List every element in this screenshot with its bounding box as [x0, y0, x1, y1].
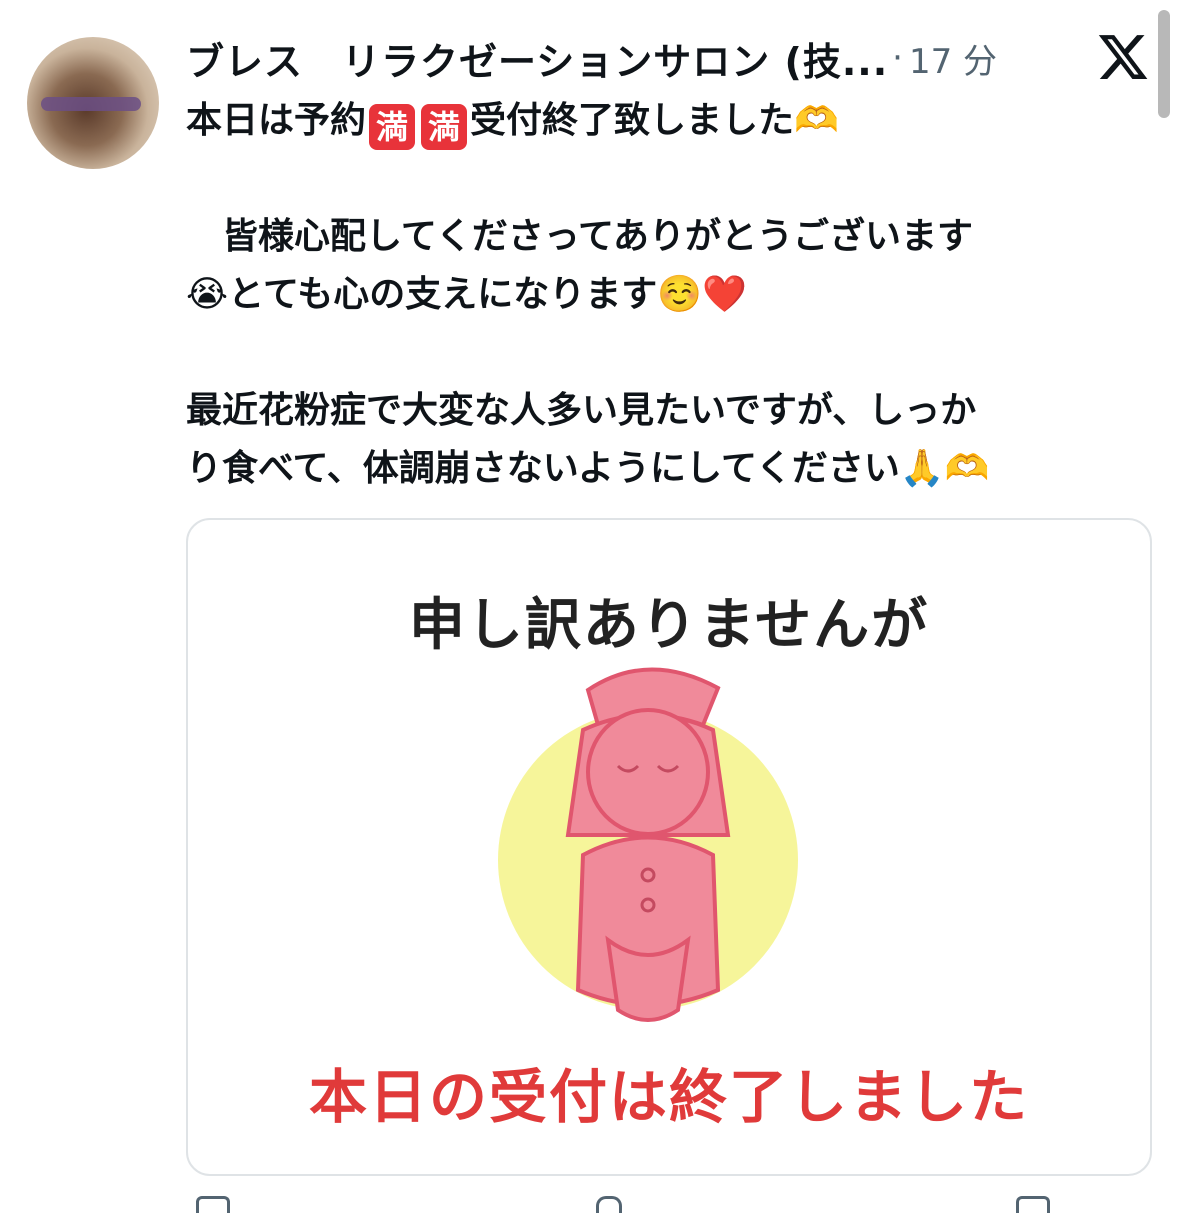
smiling-face-icon: ☺️ [657, 274, 703, 315]
text-line1: 本日は予約 [186, 100, 367, 141]
action-bar [186, 1192, 1148, 1213]
red-heart-icon: ❤️ [702, 274, 747, 315]
heart-hands-icon: 🫶 [944, 448, 990, 489]
text-para3-line2: り食べて、体調崩さないようにしてください [186, 448, 900, 489]
reply-icon[interactable] [196, 1196, 230, 1213]
crying-face-icon: 😭 [186, 274, 229, 315]
author-name[interactable]: ブレス リラクゼーションサロン (技... [186, 31, 888, 86]
text-line1-after: 受付終了致しました [470, 100, 795, 141]
image-caption: 本日の受付は終了しました [308, 1063, 1029, 1131]
x-logo-icon[interactable] [1096, 30, 1150, 84]
like-icon[interactable] [596, 1196, 622, 1213]
full-badge-icon: 満 [421, 104, 468, 150]
full-badge-icon: 満 [369, 104, 416, 150]
attached-image[interactable]: 申し訳ありませんが 本日の受付は終了しました [186, 518, 1152, 1176]
text-para2-line2: とても心の支えになります [228, 274, 658, 315]
image-title: 申し訳ありませんが [408, 593, 930, 658]
avatar-band [41, 97, 141, 111]
heart-hands-icon: 🫶 [794, 100, 839, 141]
author-avatar[interactable] [27, 37, 159, 169]
scrollbar[interactable] [1158, 10, 1170, 118]
share-icon[interactable] [1016, 1196, 1050, 1213]
post-time[interactable]: 17 分 [909, 34, 997, 83]
post-text: 本日は予約満満受付終了致しました🫶 皆様心配してくださってありがとうございます … [186, 92, 1156, 498]
text-para2: 皆様心配してくださってありがとうございます [186, 216, 973, 257]
text-para3-line1: 最近花粉症で大変な人多い見たいですが、しっか [186, 390, 977, 431]
post-header: ブレス リラクゼーションサロン (技... · 17 分 [186, 30, 997, 86]
header-separator: · [892, 38, 903, 78]
praying-hands-icon: 🙏 [899, 448, 945, 489]
